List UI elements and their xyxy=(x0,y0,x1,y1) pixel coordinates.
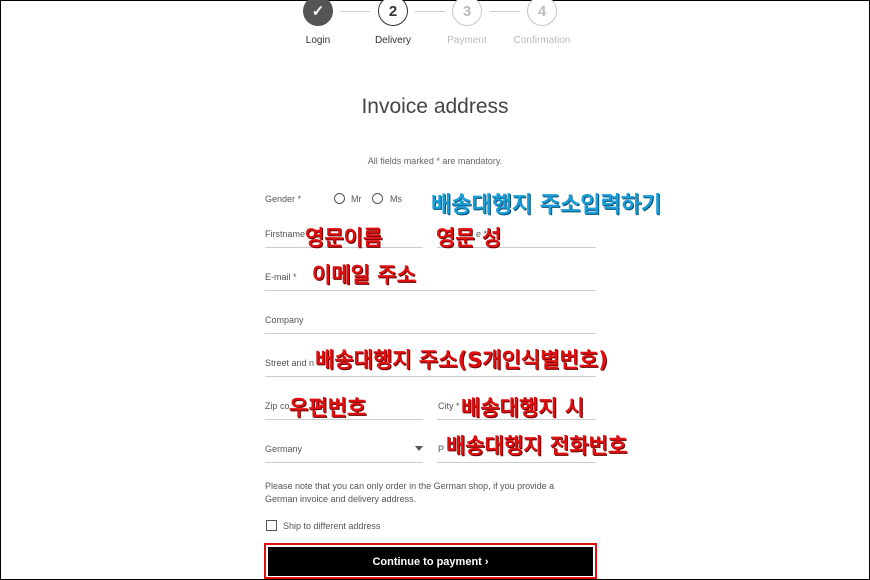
annotation-phone: 배송대행지 전화번호 xyxy=(446,434,628,458)
city-label: City * xyxy=(438,401,460,411)
step-connector xyxy=(415,11,445,12)
gender-ms-label: Ms xyxy=(390,194,402,204)
mandatory-note: All fields marked * are mandatory. xyxy=(367,156,503,166)
country-select-value[interactable]: Germany xyxy=(265,444,302,454)
chevron-down-icon[interactable] xyxy=(415,446,423,451)
company-label: Company xyxy=(265,315,304,325)
ship-different-label: Ship to different address xyxy=(283,521,381,531)
firstname-label: Firstname xyxy=(265,229,306,239)
zip-label: Zip co xyxy=(265,401,290,411)
phone-label: P xyxy=(438,444,445,454)
annotation-email: 이메일 주소 xyxy=(312,263,416,287)
step-connector xyxy=(340,11,370,12)
country-select[interactable] xyxy=(265,462,423,463)
street-label: Street and n xyxy=(265,358,315,368)
annotation-city: 배송대행지 시 xyxy=(461,396,585,420)
email-field[interactable] xyxy=(265,290,596,291)
annotation-lastname: 영문 성 xyxy=(436,226,502,250)
gender-mr-label: Mr xyxy=(351,194,362,204)
continue-to-payment-button[interactable]: Continue to payment › xyxy=(268,547,593,576)
gender-mr-radio[interactable] xyxy=(334,193,345,204)
annotation-header: 배송대행지 주소입력하기 xyxy=(431,193,662,218)
email-label: E-mail * xyxy=(265,272,297,282)
german-shop-notice: Please note that you can only order in t… xyxy=(265,481,555,504)
step-payment-label: Payment xyxy=(447,35,487,46)
phone-field[interactable] xyxy=(437,462,596,463)
gender-label: Gender * xyxy=(265,194,302,204)
gender-ms-radio[interactable] xyxy=(372,193,383,204)
page-title: Invoice address xyxy=(361,95,509,118)
step-confirmation-label: Confirmation xyxy=(513,35,571,46)
step-login-label: Login xyxy=(305,35,331,46)
step-delivery-label: Delivery xyxy=(374,35,412,46)
step-connector xyxy=(490,11,520,12)
street-field[interactable] xyxy=(265,376,596,377)
annotation-street: 배송대행지 주소(S개인식별번호) xyxy=(315,348,608,372)
company-field[interactable] xyxy=(265,333,596,334)
annotation-zip: 우편번호 xyxy=(289,396,367,420)
annotation-firstname: 영문이름 xyxy=(305,226,383,250)
ship-different-checkbox[interactable] xyxy=(266,520,277,531)
